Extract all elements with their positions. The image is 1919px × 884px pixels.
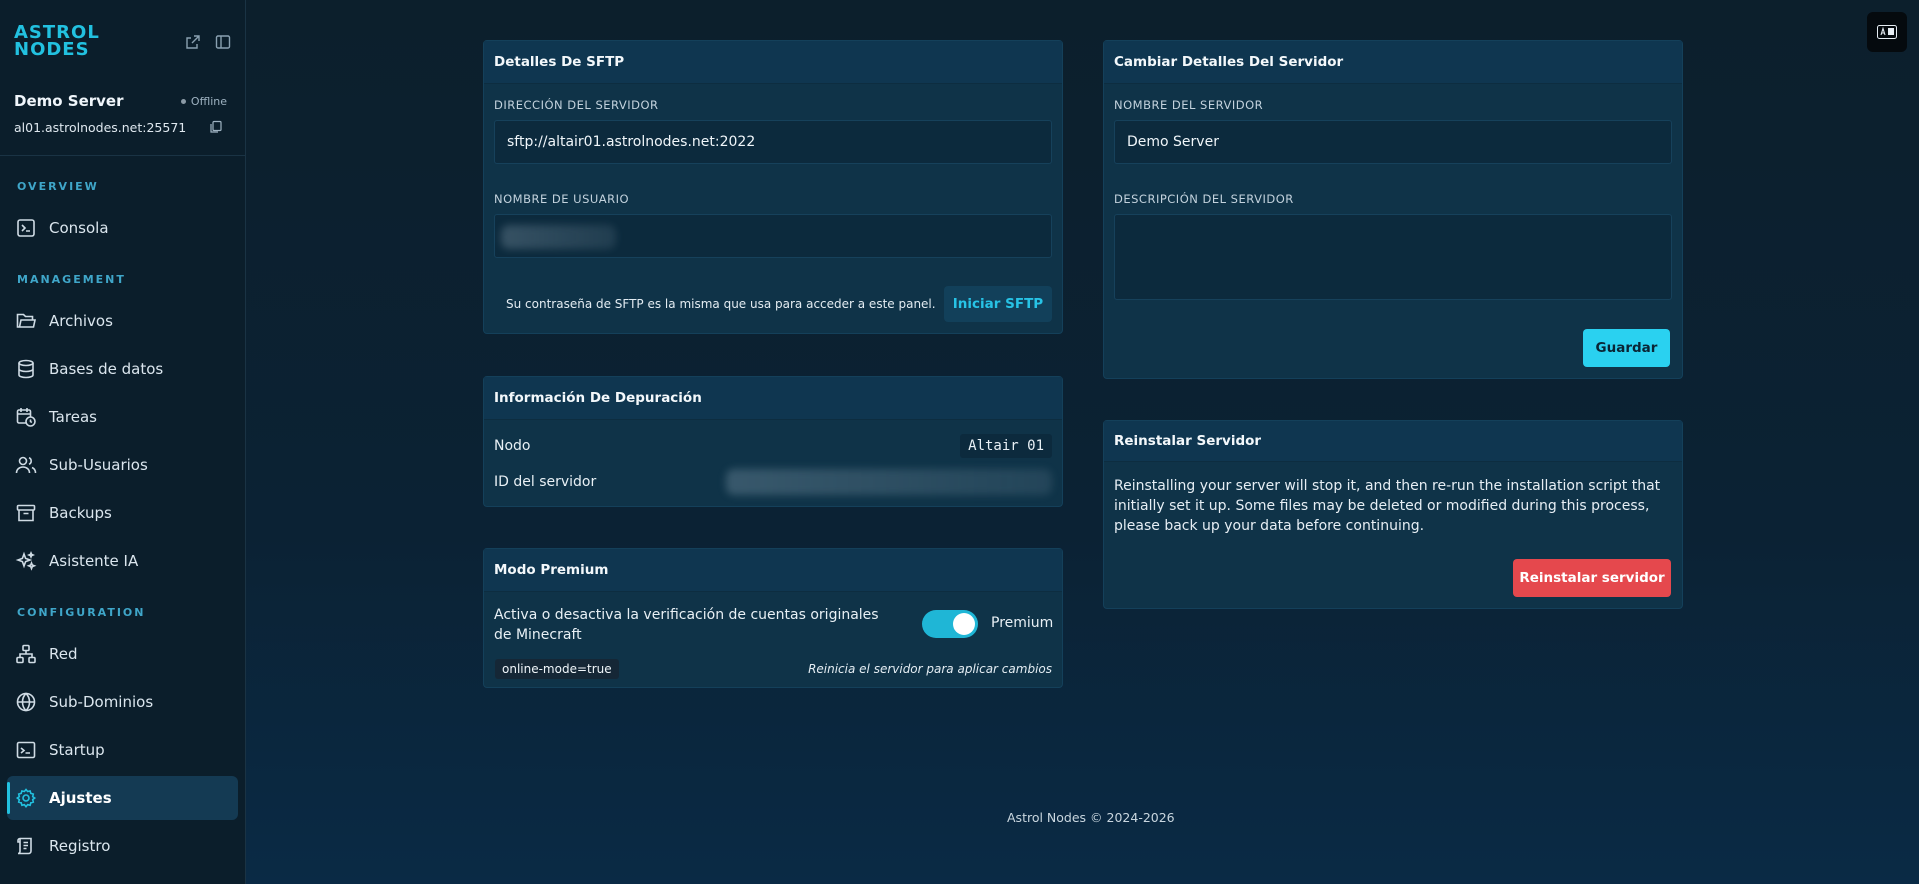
sidebar-item-label: Ajustes [49,789,112,807]
gear-icon [15,788,37,808]
sidebar-item-startup[interactable]: Startup [7,728,238,772]
sidebar-item-ajustes[interactable]: Ajustes [7,776,238,820]
section-configuration: CONFIGURATION [17,606,146,619]
server-name: Demo Server [14,92,124,110]
calendar-clock-icon [16,408,36,427]
online-mode-code: online-mode=true [495,659,619,679]
copy-icon[interactable] [209,120,223,134]
sftp-username-field[interactable] [494,214,1052,258]
server-status: Offline [180,95,227,108]
translate-icon [1877,25,1897,39]
section-overview: OVERVIEW [17,180,99,193]
brand-line-2: NODES [14,39,90,60]
terminal-window-icon [16,741,36,759]
sidebar-item-asistente-ia[interactable]: Asistente IA [7,539,238,583]
sidebar-item-label: Registro [49,837,111,855]
sparkles-icon [15,550,37,571]
reinstall-title: Reinstalar Servidor [1104,421,1682,462]
reinstall-button[interactable]: Reinstalar servidor [1513,559,1671,597]
premium-toggle-label: Premium [991,615,1054,631]
launch-sftp-button[interactable]: Iniciar SFTP [944,286,1052,322]
server-id-redacted [726,469,1052,495]
database-icon [18,359,34,379]
sidebar-item-label: Backups [49,504,112,522]
sidebar-item-label: Tareas [49,408,97,426]
sftp-card-title: Detalles De SFTP [484,41,1062,84]
sidebar-item-sub-usuarios[interactable]: Sub-Usuarios [7,443,238,487]
premium-card: Modo Premium Activa o desactiva la verif… [483,548,1063,688]
sidebar-item-label: Consola [49,219,109,237]
sftp-card: Detalles De SFTP DIRECCIÓN DEL SERVIDOR … [483,40,1063,334]
server-id-label: ID del servidor [494,474,597,490]
external-link-icon[interactable] [185,34,201,50]
premium-toggle[interactable] [922,610,978,638]
sidebar-item-archivos[interactable]: Archivos [7,299,238,343]
sidebar-item-label: Startup [49,741,105,759]
sidebar-item-tareas[interactable]: Tareas [7,395,238,439]
server-name-label: NOMBRE DEL SERVIDOR [1114,98,1264,112]
sidebar-toggle-icon[interactable] [215,34,231,50]
status-text: Offline [190,95,227,108]
server-details-card: Cambiar Detalles Del Servidor NOMBRE DEL… [1103,40,1683,379]
sidebar-item-label: Bases de datos [49,360,164,378]
sidebar-item-label: Red [49,645,78,663]
sftp-address-label: DIRECCIÓN DEL SERVIDOR [494,98,659,112]
server-description-label: DESCRIPCIÓN DEL SERVIDOR [1114,192,1294,206]
scroll-icon [17,837,32,855]
node-label: Nodo [494,438,531,454]
save-button[interactable]: Guardar [1583,329,1670,367]
language-button[interactable] [1867,12,1907,52]
toggle-knob [953,613,975,635]
premium-card-title: Modo Premium [484,549,1062,592]
server-name-value: Demo Server [1127,134,1219,150]
users-icon [15,456,37,474]
debug-card: Información De Depuración Nodo Altair 01… [483,376,1063,507]
folder-icon [16,313,36,328]
server-address: al01.astrolnodes.net:25571 [14,120,187,135]
debug-card-title: Información De Depuración [484,377,1062,420]
reinstall-card: Reinstalar Servidor Reinstalling your se… [1103,420,1683,609]
restart-hint: Reinicia el servidor para aplicar cambio… [808,662,1052,676]
server-name-input[interactable]: Demo Server [1114,120,1672,164]
sidebar-item-label: Sub-Usuarios [49,456,148,474]
sftp-password-note: Su contraseña de SFTP es la misma que us… [506,297,936,311]
server-details-title: Cambiar Detalles Del Servidor [1104,41,1682,84]
sftp-address-value: sftp://altair01.astrolnodes.net:2022 [507,134,756,150]
network-icon [16,644,36,664]
sidebar-item-label: Asistente IA [49,552,139,570]
sidebar-item-registro[interactable]: Registro [7,824,238,868]
sidebar-divider [0,155,246,156]
brand-logo[interactable]: ASTROL NODES [14,24,116,60]
server-description-textarea[interactable] [1114,214,1672,300]
username-redacted [501,225,616,249]
sftp-username-label: NOMBRE DE USUARIO [494,192,630,206]
sidebar-item-backups[interactable]: Backups [7,491,238,535]
sidebar-item-label: Archivos [49,312,113,330]
sidebar-item-red[interactable]: Red [7,632,238,676]
sidebar-item-consola[interactable]: Consola [7,206,238,250]
sidebar: ASTROL NODES Demo Server Offline al01.as… [0,0,246,884]
archive-icon [16,504,36,522]
reinstall-description: Reinstalling your server will stop it, a… [1114,478,1661,534]
status-dot-icon [180,99,186,104]
premium-description: Activa o desactiva la verificación de cu… [494,607,879,643]
node-value: Altair 01 [960,434,1052,458]
sidebar-item-bases-de-datos[interactable]: Bases de datos [7,347,238,391]
section-management: MANAGEMENT [17,273,126,286]
terminal-icon [17,219,35,237]
sftp-address-field[interactable]: sftp://altair01.astrolnodes.net:2022 [494,120,1052,164]
globe-icon [16,692,36,712]
sidebar-item-sub-dominios[interactable]: Sub-Dominios [7,680,238,724]
sidebar-item-label: Sub-Dominios [49,693,154,711]
footer-copyright: Astrol Nodes © 2024-2026 [1007,810,1175,825]
